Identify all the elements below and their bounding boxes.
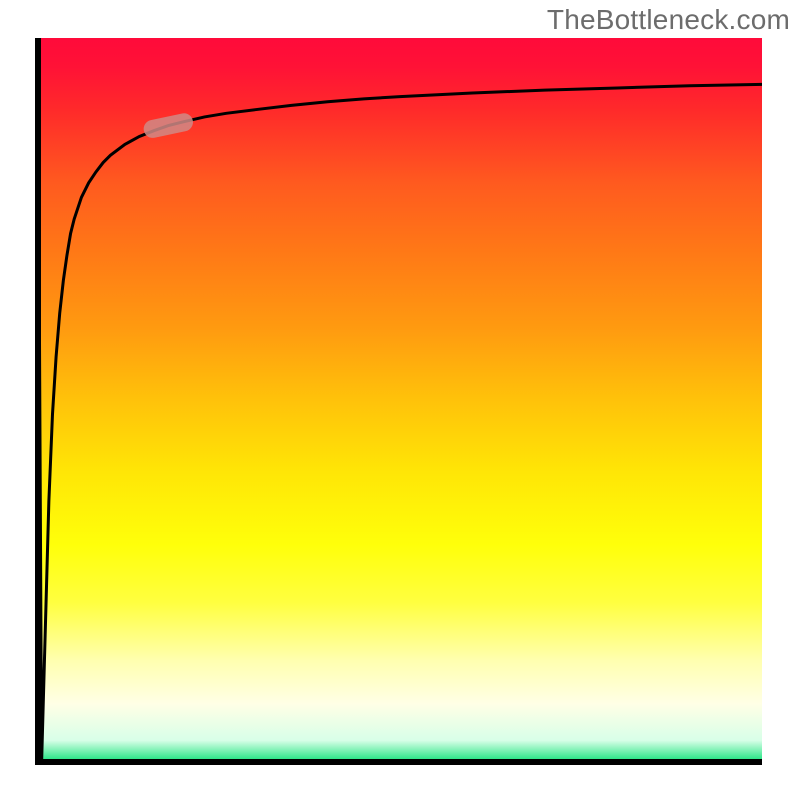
bottleneck-chart [0,0,800,800]
chart-stage: TheBottleneck.com [0,0,800,800]
plot-background [38,38,762,762]
